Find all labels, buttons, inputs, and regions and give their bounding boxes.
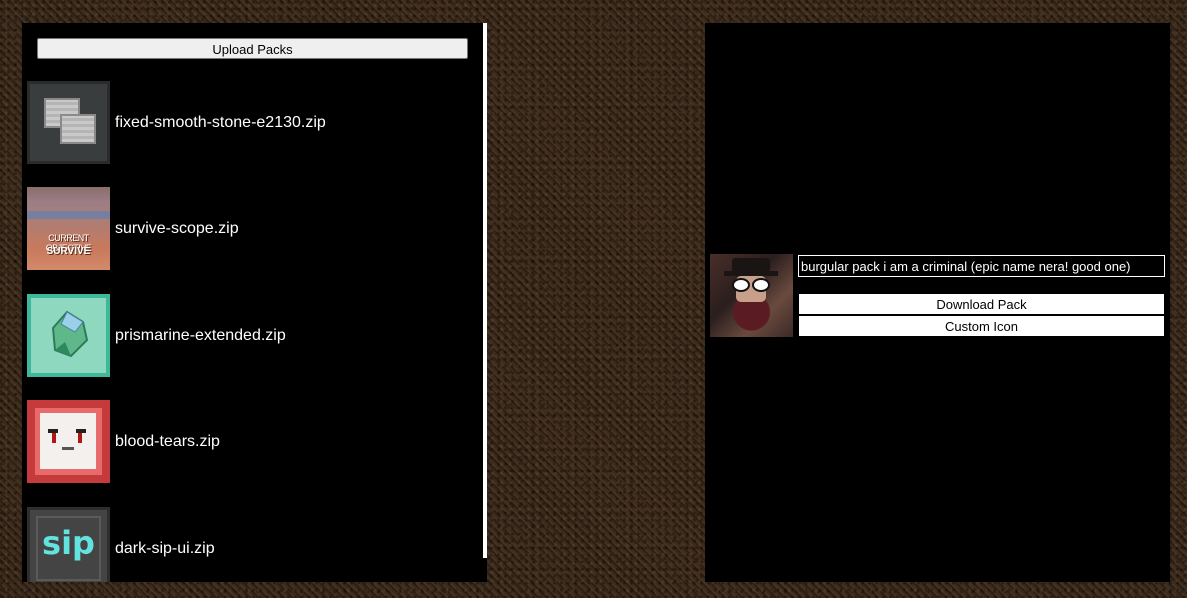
pack-icon-preview (710, 254, 793, 337)
pack-list-panel: Upload Packs fixed-smooth-stone-e2130.zi… (22, 23, 487, 582)
pack-name-label: dark-sip-ui.zip (115, 540, 215, 557)
pack-list-scrollbar[interactable] (483, 23, 487, 558)
pack-name-label: prismarine-extended.zip (115, 327, 286, 344)
pack-name-label: blood-tears.zip (115, 433, 220, 450)
download-pack-button[interactable]: Download Pack (798, 293, 1165, 315)
custom-icon-button[interactable]: Custom Icon (798, 315, 1165, 337)
pack-name-label: fixed-smooth-stone-e2130.zip (115, 114, 326, 131)
pack-list-item[interactable]: sip dark-sip-ui.zip (27, 507, 477, 582)
smooth-stone-icon (27, 81, 110, 164)
pack-list-item[interactable]: prismarine-extended.zip (27, 294, 477, 377)
pack-name-input[interactable] (798, 255, 1165, 277)
upload-packs-button[interactable]: Upload Packs (37, 38, 468, 59)
pack-list-item[interactable]: fixed-smooth-stone-e2130.zip (27, 81, 477, 164)
survive-title-text: SURVIVE (46, 246, 91, 257)
sip-icon: sip (27, 507, 110, 582)
prismarine-icon (27, 294, 110, 377)
pack-list-item[interactable]: blood-tears.zip (27, 400, 477, 483)
sip-icon-text: sip (42, 524, 95, 562)
pack-editor-panel: Download Pack Custom Icon (705, 23, 1170, 582)
blood-tears-icon (27, 400, 110, 483)
pack-name-label: survive-scope.zip (115, 220, 239, 237)
survive-scope-icon: CURRENT OBJECTIVE SURVIVE (27, 187, 110, 270)
pack-list-item[interactable]: CURRENT OBJECTIVE SURVIVE survive-scope.… (27, 187, 477, 270)
